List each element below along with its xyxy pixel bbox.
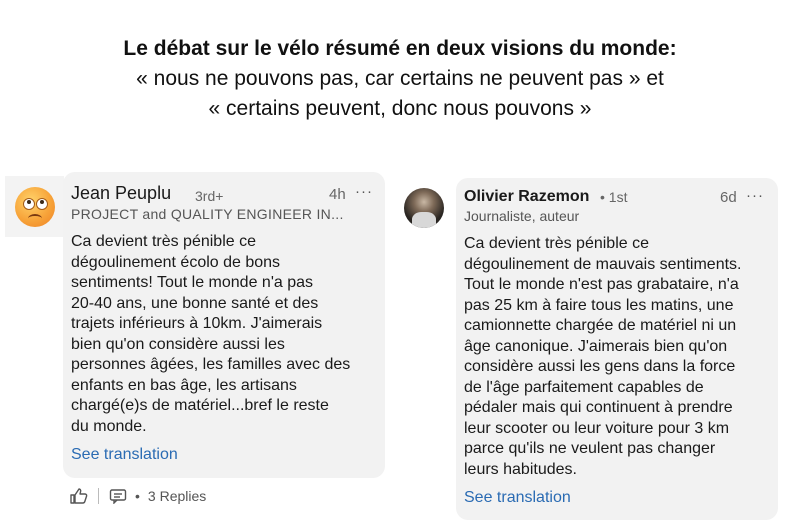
author-name[interactable]: Olivier Razemon xyxy=(464,188,589,206)
see-translation-link[interactable]: See translation xyxy=(71,446,178,464)
headline-line-2: « nous ne pouvons pas, car certains ne p… xyxy=(136,67,664,90)
divider xyxy=(98,488,99,504)
author-headline: PROJECT and QUALITY ENGINEER IN... xyxy=(71,206,344,222)
see-translation-link[interactable]: See translation xyxy=(464,489,571,507)
separator-dot: • xyxy=(135,488,140,504)
sad-face-emoji-icon xyxy=(14,186,55,227)
more-icon[interactable]: ··· xyxy=(746,187,764,204)
author-headline: Journaliste, auteur xyxy=(464,208,580,224)
avatar-jean-peuplu[interactable] xyxy=(5,176,64,237)
profile-photo xyxy=(412,212,436,228)
headline-line-1: Le débat sur le vélo résumé en deux visi… xyxy=(123,37,677,60)
headline-line-3: « certains peuvent, donc nous pouvons » xyxy=(208,97,592,120)
comment-card-left: Jean Peuplu 3rd+ 4h ··· PROJECT and QUAL… xyxy=(63,172,385,478)
comment-actions: • 3 Replies xyxy=(70,486,206,506)
avatar-olivier-razemon[interactable] xyxy=(404,188,444,228)
comment-time: 6d xyxy=(720,189,737,206)
comment-text: Ca devient très pénible ce dégoulinement… xyxy=(71,233,351,435)
more-icon[interactable]: ··· xyxy=(355,183,373,200)
connection-degree: 3rd+ xyxy=(195,188,224,204)
author-name[interactable]: Jean Peuplu xyxy=(71,183,171,204)
headline: Le débat sur le vélo résumé en deux visi… xyxy=(0,34,800,124)
thumbs-up-icon[interactable] xyxy=(70,488,88,504)
reply-icon[interactable] xyxy=(109,488,127,505)
replies-count-link[interactable]: 3 Replies xyxy=(148,488,206,504)
comment-text: Ca devient très pénible ce dégoulinement… xyxy=(464,235,742,478)
connection-degree: • 1st xyxy=(600,189,628,205)
comment-card-right: Olivier Razemon • 1st 6d ··· Journaliste… xyxy=(456,178,778,520)
comment-time: 4h xyxy=(329,186,346,203)
